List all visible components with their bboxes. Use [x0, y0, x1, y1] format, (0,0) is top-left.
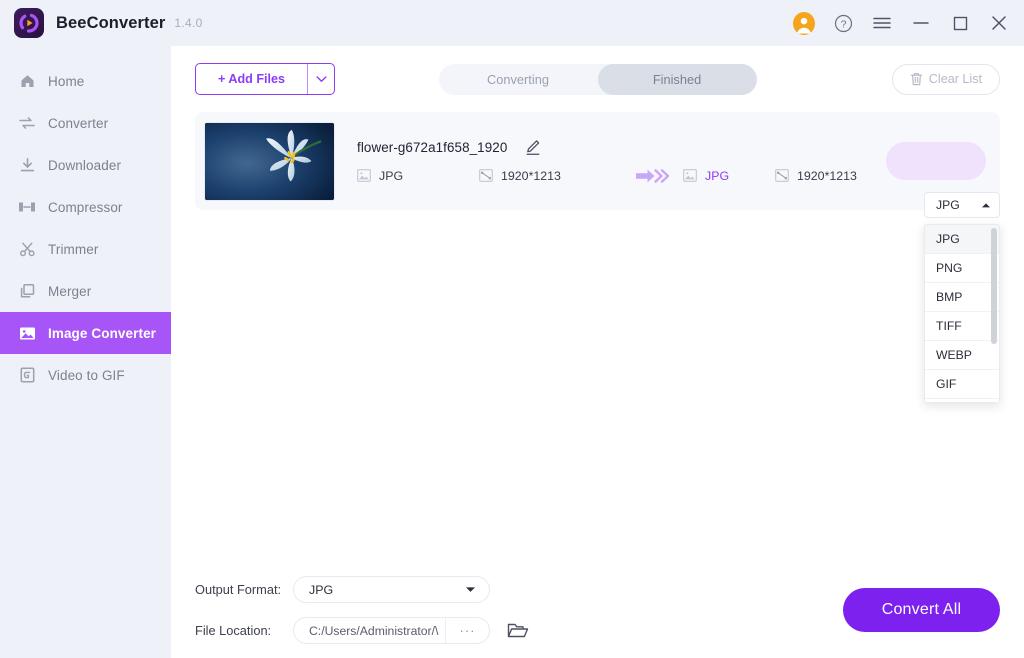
- output-settings: Output Format: JPG File Location: C:/Use…: [195, 576, 529, 644]
- file-location-path[interactable]: C:/Users/Administrator/\: [294, 618, 445, 643]
- application-window: BeeConverter 1.4.0 ? Home Converter Down…: [0, 0, 1024, 658]
- close-icon[interactable]: [988, 12, 1010, 34]
- target-format-label: JPG: [705, 168, 730, 183]
- clear-list-button[interactable]: Clear List: [891, 63, 1000, 95]
- image-file-icon: [683, 169, 697, 182]
- sidebar-item-merger[interactable]: Merger: [0, 270, 171, 312]
- format-option-webp[interactable]: WEBP: [925, 341, 999, 370]
- sidebar-item-video-to-gif[interactable]: Video to GIF: [0, 354, 171, 396]
- sidebar-item-label: Converter: [48, 115, 109, 131]
- convert-arrows-icon: [17, 113, 37, 133]
- tab-converting[interactable]: Converting: [439, 64, 598, 95]
- toolbar: + Add Files Converting Finished Clear Li…: [171, 46, 1024, 112]
- target-dimensions-label: 1920*1213: [797, 168, 857, 183]
- output-format-value: JPG: [309, 582, 334, 597]
- format-option-gif[interactable]: GIF: [925, 370, 999, 399]
- main-content: + Add Files Converting Finished Clear Li…: [171, 46, 1024, 658]
- app-title: BeeConverter: [56, 13, 166, 32]
- window-controls: ?: [793, 11, 1010, 35]
- source-dimensions-label: 1920*1213: [501, 168, 561, 183]
- format-select-trigger[interactable]: JPG: [924, 192, 1000, 218]
- home-icon: [17, 71, 37, 91]
- title-bar: BeeConverter 1.4.0 ?: [0, 0, 1024, 46]
- dropdown-scrollbar[interactable]: [991, 228, 997, 344]
- file-row[interactable]: flower-g672a1f658_1920 JPG 1920*1213 JPG…: [195, 112, 1000, 210]
- compress-icon: [17, 197, 37, 217]
- file-thumbnail: [204, 121, 335, 201]
- image-file-icon: [357, 169, 371, 182]
- row-format-selector: JPG JPG PNG BMP TIFF WEBP GIF: [924, 192, 1000, 403]
- svg-text:?: ?: [840, 18, 846, 30]
- file-location-label: File Location:: [195, 623, 272, 638]
- clear-list-label: Clear List: [928, 72, 982, 86]
- sidebar-item-label: Home: [48, 73, 85, 89]
- file-list: flower-g672a1f658_1920 JPG 1920*1213 JPG…: [171, 112, 1024, 562]
- source-dimensions: 1920*1213: [479, 169, 621, 183]
- sidebar-item-label: Compressor: [48, 199, 123, 215]
- resize-icon: [479, 169, 493, 182]
- format-option-png[interactable]: PNG: [925, 254, 999, 283]
- browse-button[interactable]: ···: [445, 618, 489, 643]
- format-option-bmp[interactable]: BMP: [925, 283, 999, 312]
- account-avatar-icon[interactable]: [793, 11, 815, 35]
- sidebar-item-label: Image Converter: [48, 325, 157, 341]
- source-format-label: JPG: [379, 168, 404, 183]
- chevron-up-icon: [981, 202, 991, 209]
- trash-icon: [910, 72, 923, 86]
- output-format-label: Output Format:: [195, 582, 282, 597]
- pencil-edit-icon[interactable]: [525, 139, 541, 156]
- bee-converter-logo-icon: [14, 8, 44, 38]
- status-tab-group: Converting Finished: [438, 63, 757, 95]
- hamburger-menu-icon[interactable]: [871, 12, 893, 34]
- file-location-group: C:/Users/Administrator/\ ···: [293, 617, 490, 644]
- sidebar-item-trimmer[interactable]: Trimmer: [0, 228, 171, 270]
- sidebar-item-label: Video to GIF: [48, 367, 125, 383]
- format-option-jpg[interactable]: JPG: [925, 225, 999, 254]
- sidebar-item-converter[interactable]: Converter: [0, 102, 171, 144]
- chevron-down-icon: [465, 586, 476, 593]
- output-format-row: Output Format: JPG: [195, 576, 529, 603]
- file-location-row: File Location: C:/Users/Administrator/\ …: [195, 617, 529, 644]
- app-body: Home Converter Downloader Compressor Tri…: [0, 46, 1024, 658]
- row-convert-button[interactable]: [886, 142, 986, 180]
- format-option-tiff[interactable]: TIFF: [925, 312, 999, 341]
- image-icon: [17, 323, 37, 343]
- sidebar-item-label: Downloader: [48, 157, 122, 173]
- merge-layers-icon: [17, 281, 37, 301]
- app-version: 1.4.0: [174, 16, 203, 30]
- help-circle-icon[interactable]: ?: [832, 12, 854, 34]
- add-files-button[interactable]: + Add Files: [196, 64, 307, 94]
- sidebar-item-label: Trimmer: [48, 241, 99, 257]
- resize-icon: [775, 169, 789, 182]
- sidebar-item-compressor[interactable]: Compressor: [0, 186, 171, 228]
- minimize-icon[interactable]: [910, 12, 932, 34]
- format-dropdown-menu: JPG PNG BMP TIFF WEBP GIF: [924, 224, 1000, 403]
- convert-all-button[interactable]: Convert All: [843, 588, 1000, 632]
- double-arrow-right-icon: [621, 168, 683, 184]
- sidebar-item-image-converter[interactable]: Image Converter: [0, 312, 171, 354]
- sidebar-item-label: Merger: [48, 283, 92, 299]
- bottom-bar: Output Format: JPG File Location: C:/Use…: [171, 562, 1024, 658]
- sidebar-item-home[interactable]: Home: [0, 60, 171, 102]
- gif-icon: [17, 365, 37, 385]
- folder-open-icon[interactable]: [507, 621, 529, 640]
- file-name: flower-g672a1f658_1920: [357, 139, 508, 155]
- maximize-icon[interactable]: [949, 12, 971, 34]
- add-files-group: + Add Files: [195, 63, 336, 95]
- chevron-down-icon[interactable]: [307, 64, 334, 94]
- tab-finished[interactable]: Finished: [597, 63, 757, 95]
- sidebar: Home Converter Downloader Compressor Tri…: [0, 46, 171, 658]
- target-format: JPG: [683, 169, 775, 183]
- download-icon: [17, 155, 37, 175]
- sidebar-item-downloader[interactable]: Downloader: [0, 144, 171, 186]
- format-select-value: JPG: [936, 198, 960, 212]
- target-dimensions: 1920*1213: [775, 169, 895, 183]
- output-format-select[interactable]: JPG: [293, 576, 490, 603]
- scissors-icon: [17, 239, 37, 259]
- source-format: JPG: [357, 169, 479, 183]
